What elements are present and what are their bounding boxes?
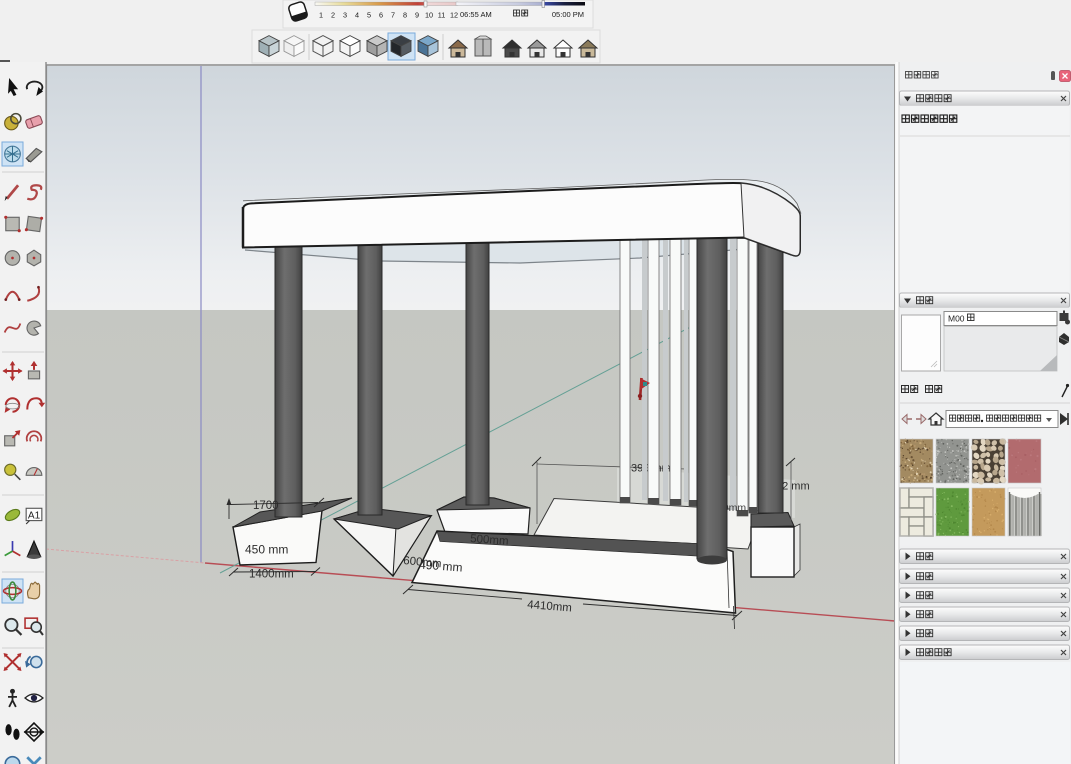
svg-text:06:55 AM: 06:55 AM [460,10,492,19]
svg-text:2: 2 [331,11,335,20]
svg-text:6: 6 [379,11,383,20]
svg-text:M00: M00 [948,314,965,324]
svg-text:7: 7 [391,11,395,20]
svg-text:450 mm: 450 mm [245,543,288,557]
svg-text:4: 4 [355,11,359,20]
svg-text:05:00 PM: 05:00 PM [552,10,584,19]
svg-text:9: 9 [415,11,419,20]
svg-text:11: 11 [438,11,446,20]
svg-text:1400mm: 1400mm [249,569,294,581]
svg-text:5: 5 [367,11,371,20]
svg-text:1: 1 [319,11,323,20]
svg-text:A1: A1 [28,510,41,521]
svg-text:12: 12 [450,11,458,20]
svg-text:10: 10 [425,11,433,20]
svg-text:1700: 1700 [253,500,279,512]
svg-text:8: 8 [403,11,407,20]
svg-text:3: 3 [343,11,347,20]
